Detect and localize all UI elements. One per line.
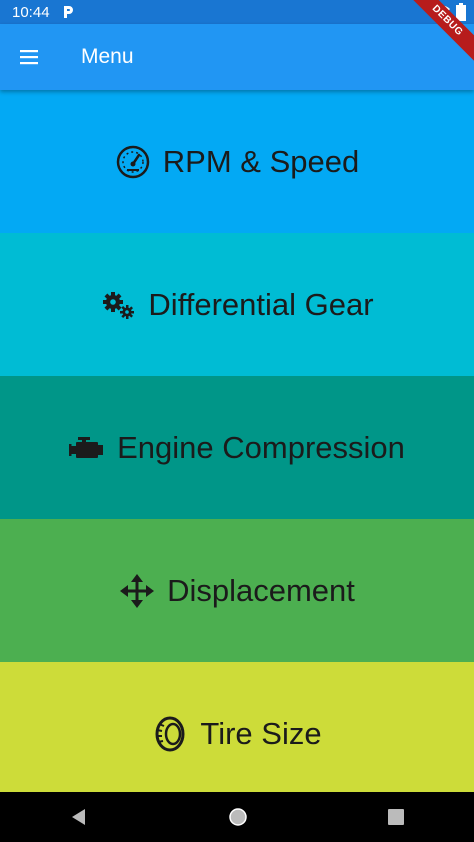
home-icon[interactable] bbox=[227, 806, 249, 828]
engine-icon bbox=[69, 430, 105, 466]
menu-button[interactable] bbox=[1, 29, 57, 85]
tire-icon bbox=[152, 716, 188, 752]
app-bar-title: Menu bbox=[81, 45, 134, 68]
status-time: 10:44 bbox=[12, 3, 50, 21]
back-icon[interactable] bbox=[69, 807, 89, 827]
menu-item-label: Tire Size bbox=[200, 715, 322, 751]
gears-icon bbox=[100, 287, 136, 323]
menu-icon bbox=[20, 50, 38, 65]
menu-list: RPM & Speed Differential Gear Engine Com… bbox=[0, 90, 474, 805]
app-bar: Menu bbox=[0, 24, 474, 90]
speedometer-icon bbox=[115, 144, 151, 180]
menu-item-label: Differential Gear bbox=[148, 286, 374, 322]
menu-item-rpm-speed[interactable]: RPM & Speed bbox=[0, 90, 474, 233]
menu-item-label: Displacement bbox=[167, 572, 355, 608]
p-icon bbox=[63, 6, 73, 18]
menu-item-label: Engine Compression bbox=[117, 429, 405, 465]
menu-item-differential-gear[interactable]: Differential Gear bbox=[0, 233, 474, 376]
recents-icon[interactable] bbox=[387, 808, 405, 826]
menu-item-displacement[interactable]: Displacement bbox=[0, 519, 474, 662]
menu-item-tire-size[interactable]: Tire Size bbox=[0, 662, 474, 805]
status-bar: 10:44 bbox=[0, 0, 474, 24]
system-nav-bar bbox=[0, 792, 474, 842]
menu-item-engine-compression[interactable]: Engine Compression bbox=[0, 376, 474, 519]
move-arrows-icon bbox=[119, 573, 155, 609]
menu-item-label: RPM & Speed bbox=[162, 143, 360, 179]
